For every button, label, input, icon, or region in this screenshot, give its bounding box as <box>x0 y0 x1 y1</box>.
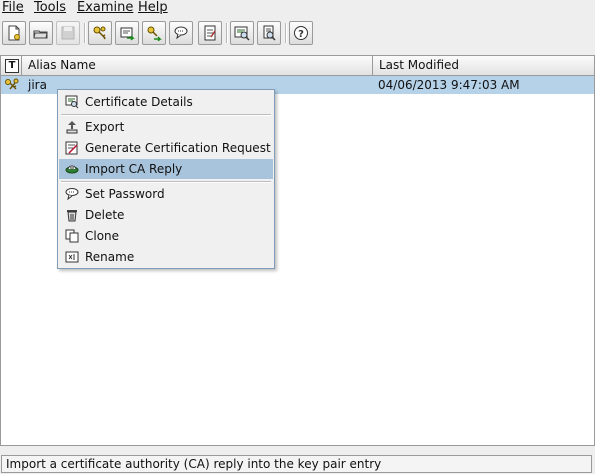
key-pair-icon <box>4 77 20 93</box>
open-keystore-button[interactable] <box>29 21 53 45</box>
import-trusted-certificate-icon <box>120 27 135 41</box>
last-modified-cell: 04/06/2013 9:47:03 AM <box>378 78 520 92</box>
generate-key-pair-button[interactable] <box>88 21 112 45</box>
menu-item-generate-certification-request[interactable]: Generate Certification Request <box>59 138 273 158</box>
save-keystore-button[interactable] <box>56 21 80 45</box>
status-bar: Import a certificate authority (CA) repl… <box>1 455 592 473</box>
new-keystore-icon <box>8 25 20 41</box>
generate-csr-icon <box>65 141 79 155</box>
entry-context-menu: Certificate Details Export Generate Cert… <box>57 89 275 269</box>
menu-examine[interactable]: Examine <box>77 0 133 17</box>
type-column-label: T <box>5 59 19 73</box>
import-trusted-certificate-button[interactable] <box>115 21 139 45</box>
new-keystore-button[interactable] <box>2 21 26 45</box>
menu-item-rename[interactable]: Rename <box>59 247 273 267</box>
menu-item-delete[interactable]: Delete <box>59 205 273 225</box>
rename-icon <box>65 250 79 264</box>
set-password-icon <box>65 187 79 201</box>
examine-certificate-button[interactable] <box>230 21 254 45</box>
menu-item-label: Delete <box>85 208 125 222</box>
status-text: Import a certificate authority (CA) repl… <box>6 457 382 471</box>
menu-item-label: Export <box>85 120 125 134</box>
table-header: T Alias Name Last Modified <box>1 56 594 76</box>
save-keystore-icon <box>61 26 75 40</box>
menu-item-clone[interactable]: Clone <box>59 226 273 246</box>
menu-item-label: Certificate Details <box>85 95 193 109</box>
menu-item-label: Clone <box>85 229 120 243</box>
import-ca-reply-icon <box>65 162 79 176</box>
toolbar-separator <box>226 23 228 43</box>
svg-text:?: ? <box>298 29 304 40</box>
help-button[interactable]: ? <box>289 21 313 45</box>
menu-bar: File Tools Examine Help <box>0 0 595 17</box>
toolbar-separator <box>285 23 287 43</box>
set-keystore-password-button[interactable] <box>169 21 193 45</box>
set-keystore-password-icon <box>174 26 188 40</box>
menu-separator <box>61 181 271 183</box>
examine-crl-icon <box>263 25 276 41</box>
menu-item-set-password[interactable]: Set Password <box>59 184 273 204</box>
certificate-icon <box>65 95 79 109</box>
type-column-header[interactable]: T <box>1 56 22 75</box>
keystore-report-icon <box>204 25 216 41</box>
menu-item-import-ca-reply[interactable]: Import CA Reply <box>59 159 273 179</box>
generate-key-pair-icon <box>93 26 106 40</box>
menu-item-label: Set Password <box>85 187 165 201</box>
menu-item-label: Rename <box>85 250 135 264</box>
open-keystore-icon <box>33 30 48 39</box>
help-icon: ? <box>294 26 308 40</box>
alias-cell: jira <box>28 78 47 92</box>
export-icon <box>65 120 79 134</box>
menu-help[interactable]: Help <box>138 0 168 17</box>
import-key-pair-button[interactable] <box>142 21 166 45</box>
toolbar-separator <box>84 23 86 43</box>
menu-file[interactable]: File <box>2 0 24 17</box>
import-key-pair-icon <box>147 26 162 41</box>
delete-icon <box>65 208 79 222</box>
menu-item-certificate-details[interactable]: Certificate Details <box>59 92 273 112</box>
examine-certificate-icon <box>234 26 250 41</box>
menu-item-label: Import CA Reply <box>85 162 183 176</box>
menu-item-label: Generate Certification Request <box>85 141 271 155</box>
menu-tools[interactable]: Tools <box>34 0 66 17</box>
menu-separator <box>61 114 271 116</box>
alias-name-column-header[interactable]: Alias Name <box>22 56 373 75</box>
keystore-report-button[interactable] <box>198 21 222 45</box>
menu-item-export[interactable]: Export <box>59 117 273 137</box>
last-modified-column-header[interactable]: Last Modified <box>373 56 594 75</box>
clone-icon <box>65 229 79 243</box>
toolbar: ? <box>0 19 595 51</box>
examine-crl-button[interactable] <box>257 21 281 45</box>
